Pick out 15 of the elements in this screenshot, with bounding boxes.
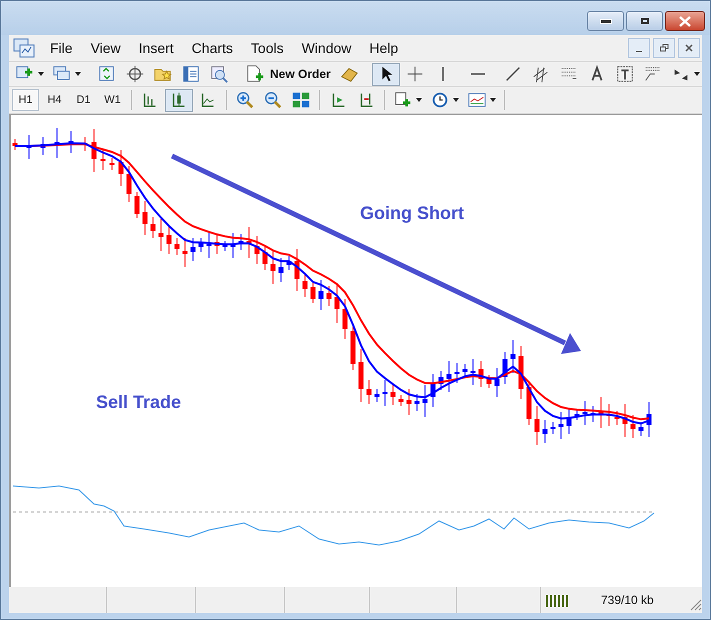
timeframe-tab[interactable]: D1 — [70, 89, 97, 111]
menu-item[interactable]: Help — [360, 38, 408, 58]
menu-item[interactable]: Insert — [130, 38, 183, 58]
menu-item[interactable]: Window — [292, 38, 360, 58]
menu-item[interactable]: File — [41, 38, 82, 58]
document-plus-button[interactable]: New Order — [242, 62, 334, 86]
timeframe-tab[interactable]: H4 — [41, 89, 68, 111]
menu-item[interactable]: Charts — [182, 38, 242, 58]
timeframe-tab[interactable]: H1 — [12, 89, 39, 111]
chart-annotation: Going Short — [360, 203, 464, 223]
traffic-counter: 739/10 kb — [601, 592, 654, 609]
chart-annotation: Sell Trade — [96, 392, 182, 412]
menu-item[interactable]: View — [82, 38, 130, 58]
menu-item[interactable]: Tools — [242, 38, 293, 58]
timeframe-tab[interactable]: W1 — [99, 89, 126, 111]
